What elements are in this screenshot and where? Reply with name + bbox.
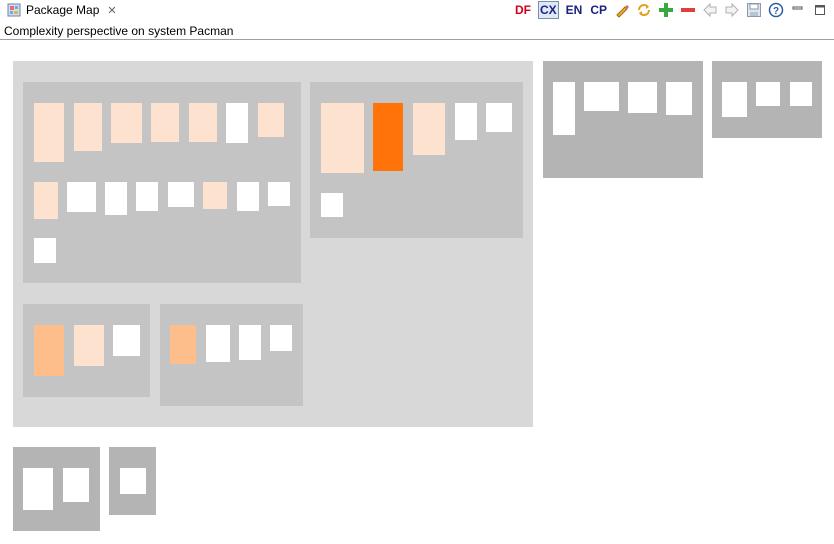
class-box[interactable] — [268, 182, 290, 206]
class-box[interactable] — [722, 82, 747, 117]
class-box[interactable] — [270, 325, 292, 351]
package-map-icon — [6, 2, 22, 18]
refresh-icon[interactable] — [636, 2, 652, 18]
class-box[interactable] — [105, 182, 127, 215]
class-box[interactable] — [486, 103, 512, 132]
class-box[interactable] — [321, 103, 364, 173]
class-box[interactable] — [321, 193, 343, 217]
svg-text:?: ? — [773, 6, 779, 17]
class-box[interactable] — [455, 103, 477, 140]
view-header: Package Map ✕ DF CX EN CP ? — [0, 0, 834, 21]
close-tab-icon[interactable]: ✕ — [107, 4, 116, 17]
zoom-out-minus-icon[interactable] — [680, 2, 696, 18]
class-box[interactable] — [34, 325, 64, 376]
class-box[interactable] — [189, 103, 217, 142]
save-icon[interactable] — [746, 2, 762, 18]
class-box[interactable] — [113, 325, 140, 356]
class-box[interactable] — [628, 82, 657, 113]
class-box[interactable] — [584, 82, 619, 111]
class-box[interactable] — [34, 182, 58, 219]
zoom-in-plus-icon[interactable] — [658, 2, 674, 18]
class-box[interactable] — [67, 182, 96, 212]
class-box[interactable] — [136, 182, 158, 211]
class-box[interactable] — [120, 468, 146, 494]
class-box[interactable] — [151, 103, 179, 142]
cp-perspective-button[interactable]: CP — [589, 2, 608, 18]
df-perspective-button[interactable]: DF — [514, 2, 532, 18]
back-arrow-icon[interactable] — [702, 2, 718, 18]
class-box[interactable] — [226, 103, 248, 143]
class-box[interactable] — [74, 325, 104, 366]
perspective-subtitle: Complexity perspective on system Pacman — [4, 24, 234, 38]
minimize-icon[interactable] — [790, 2, 806, 18]
pencil-icon[interactable] — [614, 2, 630, 18]
class-box[interactable] — [206, 325, 230, 362]
class-box[interactable] — [170, 325, 196, 364]
class-box[interactable] — [756, 82, 780, 106]
package-treemap — [0, 40, 834, 544]
toolbar: DF CX EN CP ? — [514, 1, 828, 19]
tab-title: Package Map — [26, 3, 100, 17]
class-box[interactable] — [74, 103, 102, 151]
class-box[interactable] — [168, 182, 194, 207]
class-box[interactable] — [34, 238, 56, 263]
class-box[interactable] — [258, 103, 284, 137]
class-box[interactable] — [666, 82, 692, 115]
cx-perspective-button[interactable]: CX — [537, 1, 559, 19]
class-box[interactable] — [790, 82, 812, 106]
class-box[interactable] — [239, 325, 261, 360]
help-icon[interactable]: ? — [768, 2, 784, 18]
class-box[interactable] — [413, 103, 445, 155]
forward-arrow-icon[interactable] — [724, 2, 740, 18]
class-box[interactable] — [111, 103, 142, 143]
class-box[interactable] — [203, 182, 227, 209]
class-box[interactable] — [63, 468, 89, 502]
en-perspective-button[interactable]: EN — [565, 2, 584, 18]
class-box[interactable] — [553, 82, 575, 135]
class-box[interactable] — [23, 468, 53, 510]
maximize-icon[interactable] — [812, 2, 828, 18]
tab-package-map[interactable]: Package Map ✕ — [2, 0, 121, 20]
class-box-high-complexity[interactable] — [373, 103, 403, 171]
class-box[interactable] — [34, 103, 64, 162]
class-box[interactable] — [237, 182, 259, 211]
